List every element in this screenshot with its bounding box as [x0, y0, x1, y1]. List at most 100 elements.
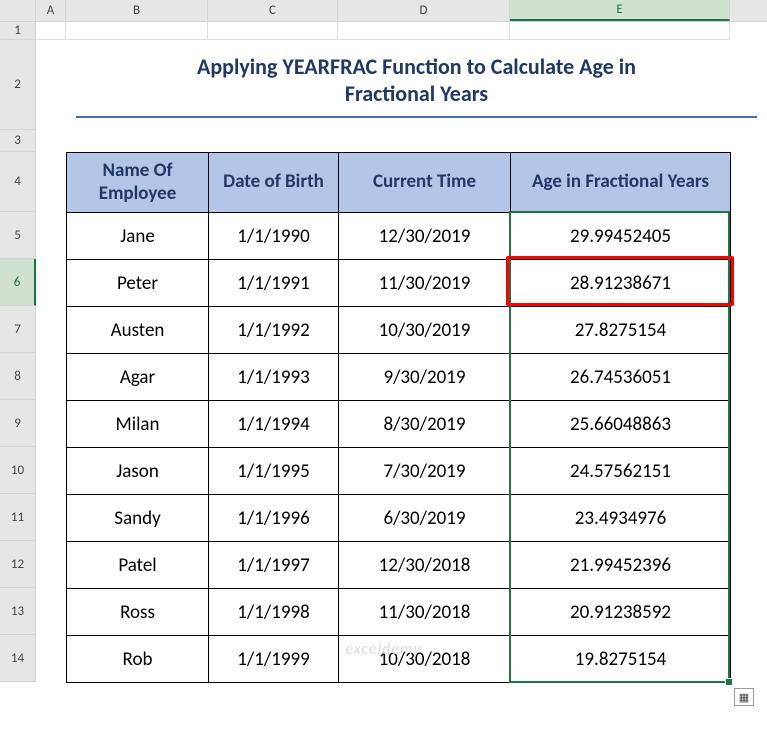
- cell-a9[interactable]: [36, 400, 66, 447]
- row-label-8[interactable]: 8: [0, 353, 36, 400]
- table-row: Austen1/1/199210/30/201927.8275154: [67, 307, 731, 354]
- cell-current[interactable]: 6/30/2019: [339, 495, 511, 542]
- cell-name[interactable]: Rob: [67, 636, 209, 683]
- table-body: Jane1/1/199012/30/201929.99452405Peter1/…: [67, 213, 731, 683]
- cell-dob[interactable]: 1/1/1998: [209, 589, 339, 636]
- cell-dob[interactable]: 1/1/1990: [209, 213, 339, 260]
- table-row: Milan1/1/19948/30/201925.66048863: [67, 401, 731, 448]
- row-3: 3: [0, 130, 767, 152]
- table-row: Jason1/1/19957/30/201924.57562151: [67, 448, 731, 495]
- header-name[interactable]: Name Of Employee: [67, 153, 209, 213]
- cell-age[interactable]: 19.8275154: [511, 636, 731, 683]
- cell-b1[interactable]: [66, 22, 208, 40]
- row-label-3[interactable]: 3: [0, 130, 36, 152]
- col-header-c[interactable]: C: [208, 0, 338, 21]
- row-label-1[interactable]: 1: [0, 22, 36, 40]
- row-label-12[interactable]: 12: [0, 541, 36, 588]
- cell-age[interactable]: 29.99452405: [511, 213, 731, 260]
- col-header-d[interactable]: D: [338, 0, 510, 21]
- cell-name[interactable]: Patel: [67, 542, 209, 589]
- title-merged-cell[interactable]: Applying YEARFRAC Function to Calculate …: [66, 40, 767, 130]
- header-dob[interactable]: Date of Birth: [209, 153, 339, 213]
- cell-a8[interactable]: [36, 353, 66, 400]
- cell-age[interactable]: 28.91238671: [511, 260, 731, 307]
- cell-dob[interactable]: 1/1/1995: [209, 448, 339, 495]
- cell-a2[interactable]: [36, 40, 66, 130]
- col-header-b[interactable]: B: [66, 0, 208, 21]
- row-label-9[interactable]: 9: [0, 400, 36, 447]
- cell-dob[interactable]: 1/1/1994: [209, 401, 339, 448]
- cell-a11[interactable]: [36, 494, 66, 541]
- cell-dob[interactable]: 1/1/1999: [209, 636, 339, 683]
- cell-a1[interactable]: [36, 22, 66, 40]
- row-label-10[interactable]: 10: [0, 447, 36, 494]
- table-row: Rob1/1/199910/30/201819.8275154: [67, 636, 731, 683]
- cell-a14[interactable]: [36, 635, 66, 682]
- cell-current[interactable]: 11/30/2018: [339, 589, 511, 636]
- row-label-7[interactable]: 7: [0, 306, 36, 353]
- cell-a10[interactable]: [36, 447, 66, 494]
- row-2: 2 Applying YEARFRAC Function to Calculat…: [0, 40, 767, 130]
- cell-age[interactable]: 20.91238592: [511, 589, 731, 636]
- cell-name[interactable]: Sandy: [67, 495, 209, 542]
- cell-a3[interactable]: [36, 130, 66, 152]
- column-headers: A B C D E: [0, 0, 767, 22]
- row-label-4[interactable]: 4: [0, 152, 36, 212]
- row-label-2[interactable]: 2: [0, 40, 36, 130]
- cell-current[interactable]: 7/30/2019: [339, 448, 511, 495]
- col-header-a[interactable]: A: [36, 0, 66, 21]
- cell-name[interactable]: Jane: [67, 213, 209, 260]
- cell-a4[interactable]: [36, 152, 66, 212]
- cell-current[interactable]: 11/30/2019: [339, 260, 511, 307]
- cell-c1[interactable]: [208, 22, 338, 40]
- cell-current[interactable]: 10/30/2018: [339, 636, 511, 683]
- cell-age[interactable]: 26.74536051: [511, 354, 731, 401]
- cell-name[interactable]: Austen: [67, 307, 209, 354]
- header-age[interactable]: Age in Fractional Years: [511, 153, 731, 213]
- cell-dob[interactable]: 1/1/1991: [209, 260, 339, 307]
- autofill-options-icon[interactable]: ▦: [734, 688, 754, 706]
- cell-dob[interactable]: 1/1/1992: [209, 307, 339, 354]
- cell-name[interactable]: Jason: [67, 448, 209, 495]
- cell-age[interactable]: 24.57562151: [511, 448, 731, 495]
- cell-dob[interactable]: 1/1/1993: [209, 354, 339, 401]
- cell-d1[interactable]: [338, 22, 510, 40]
- cell-a12[interactable]: [36, 541, 66, 588]
- cell-current[interactable]: 12/30/2019: [339, 213, 511, 260]
- cell-dob[interactable]: 1/1/1996: [209, 495, 339, 542]
- cell-name[interactable]: Milan: [67, 401, 209, 448]
- cell-current[interactable]: 12/30/2018: [339, 542, 511, 589]
- cell-name[interactable]: Ross: [67, 589, 209, 636]
- row-label-14[interactable]: 14: [0, 635, 36, 682]
- title-underline: [76, 116, 757, 118]
- cell-age[interactable]: 27.8275154: [511, 307, 731, 354]
- table-row: Jane1/1/199012/30/201929.99452405: [67, 213, 731, 260]
- cell-dob[interactable]: 1/1/1997: [209, 542, 339, 589]
- select-all-corner[interactable]: [0, 0, 36, 21]
- cell-name[interactable]: Peter: [67, 260, 209, 307]
- cell-age[interactable]: 21.99452396: [511, 542, 731, 589]
- cell-age[interactable]: 25.66048863: [511, 401, 731, 448]
- cell-a6[interactable]: [36, 259, 66, 306]
- cell-age[interactable]: 23.4934976: [511, 495, 731, 542]
- cell-current[interactable]: 8/30/2019: [339, 401, 511, 448]
- cell-a13[interactable]: [36, 588, 66, 635]
- row-label-13[interactable]: 13: [0, 588, 36, 635]
- table-row: Agar1/1/19939/30/201926.74536051: [67, 354, 731, 401]
- fill-handle[interactable]: [725, 678, 733, 686]
- row-label-6[interactable]: 6: [0, 259, 36, 306]
- row-label-11[interactable]: 11: [0, 494, 36, 541]
- col-header-e[interactable]: E: [510, 0, 730, 21]
- header-current[interactable]: Current Time: [339, 153, 511, 213]
- cell-current[interactable]: 9/30/2019: [339, 354, 511, 401]
- row-1: 1: [0, 22, 767, 40]
- table-row: Sandy1/1/19966/30/201923.4934976: [67, 495, 731, 542]
- cell-name[interactable]: Agar: [67, 354, 209, 401]
- cell-a7[interactable]: [36, 306, 66, 353]
- cell-current[interactable]: 10/30/2019: [339, 307, 511, 354]
- row-label-5[interactable]: 5: [0, 212, 36, 259]
- cell-e1[interactable]: [510, 22, 730, 40]
- autofill-glyph: ▦: [739, 691, 749, 704]
- data-table-region: Name Of Employee Date of Birth Current T…: [66, 152, 730, 683]
- cell-a5[interactable]: [36, 212, 66, 259]
